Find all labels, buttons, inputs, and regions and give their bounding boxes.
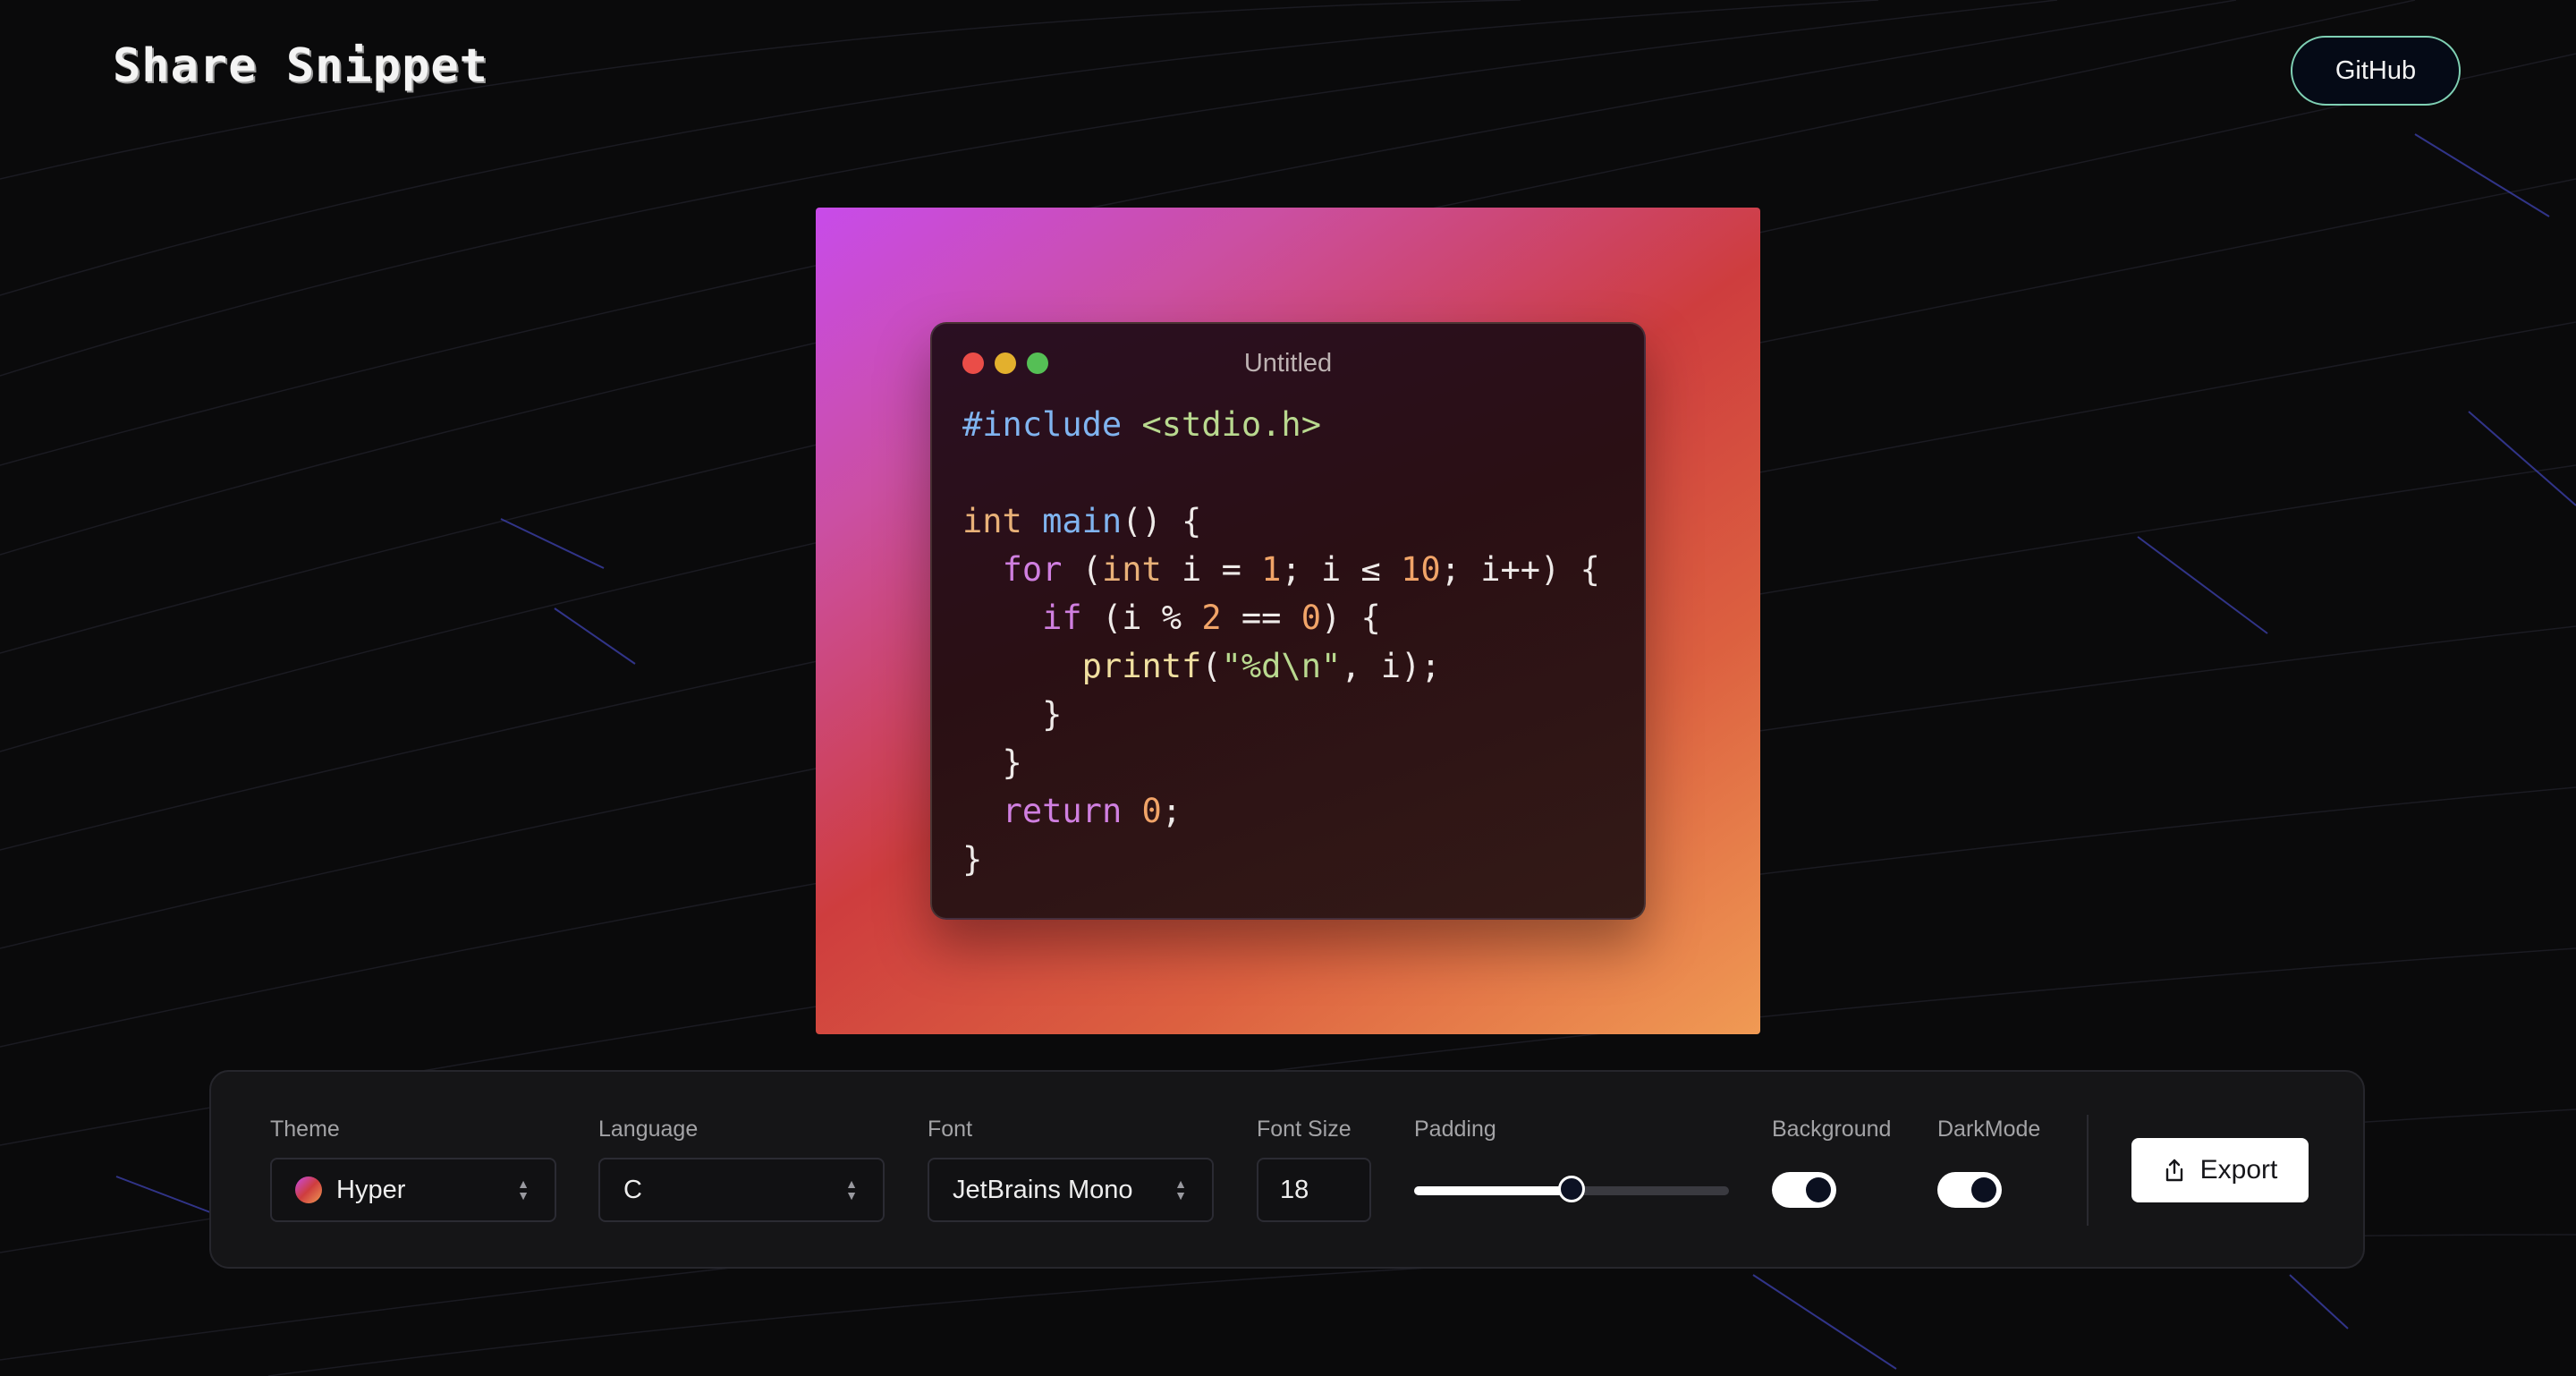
font-size-input[interactable] <box>1257 1158 1371 1222</box>
code-token: #include <box>962 405 1123 444</box>
code-line: #include <stdio.h> <box>962 401 1600 449</box>
background-toggle[interactable] <box>1772 1172 1836 1208</box>
code-token: , i); <box>1341 647 1441 685</box>
toggle-knob <box>1806 1177 1831 1202</box>
code-token: () { <box>1122 502 1202 540</box>
font-value: JetBrains Mono <box>953 1175 1133 1204</box>
github-button[interactable]: GitHub <box>2291 36 2461 106</box>
code-token: 10 <box>1401 550 1441 589</box>
code-token: 1 <box>1261 550 1282 589</box>
background-label: Background <box>1772 1117 1892 1142</box>
language-label: Language <box>598 1117 699 1142</box>
export-label: Export <box>2199 1155 2278 1185</box>
header: Share Snippet GitHub <box>0 0 2576 143</box>
code-token: main <box>1042 502 1123 540</box>
theme-value: Hyper <box>336 1175 406 1204</box>
app-logo[interactable]: Share Snippet <box>113 39 488 93</box>
code-token: ( <box>1201 647 1222 685</box>
code-line: } <box>962 739 1600 787</box>
code-window: Untitled #include <stdio.h> int main() { … <box>930 322 1646 920</box>
code-token: ; i++) { <box>1440 550 1600 589</box>
theme-label: Theme <box>270 1117 340 1142</box>
code-token: i = <box>1161 550 1262 589</box>
window-title[interactable]: Untitled <box>932 349 1644 378</box>
padding-slider[interactable] <box>1414 1172 1729 1208</box>
code-line: for (int i = 1; i ≤ 10; i++) { <box>962 546 1600 594</box>
code-line: } <box>962 836 1600 884</box>
code-token: == <box>1221 599 1301 637</box>
code-token: <stdio.h> <box>1141 405 1321 444</box>
export-button[interactable]: Export <box>2131 1138 2309 1202</box>
darkmode-label: DarkMode <box>1937 1117 2041 1142</box>
chevron-up-down-icon: ▲ ▼ <box>1174 1176 1187 1202</box>
chevron-up-down-icon: ▲ ▼ <box>845 1176 858 1202</box>
code-line: int main() { <box>962 497 1600 546</box>
language-value: C <box>623 1175 642 1204</box>
code-token: ) { <box>1321 599 1381 637</box>
font-size-label: Font Size <box>1257 1117 1352 1142</box>
code-token: "%d\n" <box>1221 647 1342 685</box>
code-token: ; i ≤ <box>1281 550 1402 589</box>
code-token: (i % <box>1081 599 1202 637</box>
font-label: Font <box>928 1117 973 1142</box>
code-token: for <box>1002 550 1063 589</box>
code-token: 0 <box>1141 792 1162 830</box>
font-select[interactable]: JetBrains Mono ▲ ▼ <box>928 1158 1214 1222</box>
toolbar-divider <box>2087 1115 2089 1226</box>
share-icon <box>2165 1159 2182 1182</box>
toggle-knob <box>1971 1177 1996 1202</box>
code-token: int <box>1101 550 1162 589</box>
code-token: printf <box>1081 647 1202 685</box>
chevron-up-down-icon: ▲ ▼ <box>517 1176 530 1202</box>
code-token: 0 <box>1301 599 1321 637</box>
code-token: ; <box>1161 792 1182 830</box>
code-line: printf("%d\n", i); <box>962 642 1600 691</box>
code-token: 2 <box>1201 599 1222 637</box>
code-token: if <box>1042 599 1082 637</box>
code-token: } <box>962 743 1022 782</box>
code-token: } <box>962 840 983 879</box>
darkmode-toggle[interactable] <box>1937 1172 2002 1208</box>
code-line: if (i % 2 == 0) { <box>962 594 1600 642</box>
slider-thumb[interactable] <box>1558 1176 1585 1202</box>
code-token: ( <box>1062 550 1102 589</box>
snippet-canvas: Untitled #include <stdio.h> int main() { … <box>816 208 1760 1034</box>
theme-select[interactable]: Hyper ▲ ▼ <box>270 1158 556 1222</box>
slider-fill <box>1414 1186 1572 1195</box>
code-line: return 0; <box>962 787 1600 836</box>
code-token: } <box>962 695 1063 734</box>
code-editor[interactable]: #include <stdio.h> int main() { for (int … <box>962 401 1600 884</box>
code-token: int <box>962 502 1022 540</box>
window-titlebar: Untitled <box>932 324 1644 403</box>
code-line: } <box>962 691 1600 739</box>
code-token: return <box>1002 792 1123 830</box>
language-select[interactable]: C ▲ ▼ <box>598 1158 885 1222</box>
settings-toolbar: Theme Hyper ▲ ▼ Language C ▲ ▼ Font JetBra… <box>209 1070 2365 1269</box>
padding-label: Padding <box>1414 1117 1496 1142</box>
theme-swatch-icon <box>295 1176 322 1203</box>
